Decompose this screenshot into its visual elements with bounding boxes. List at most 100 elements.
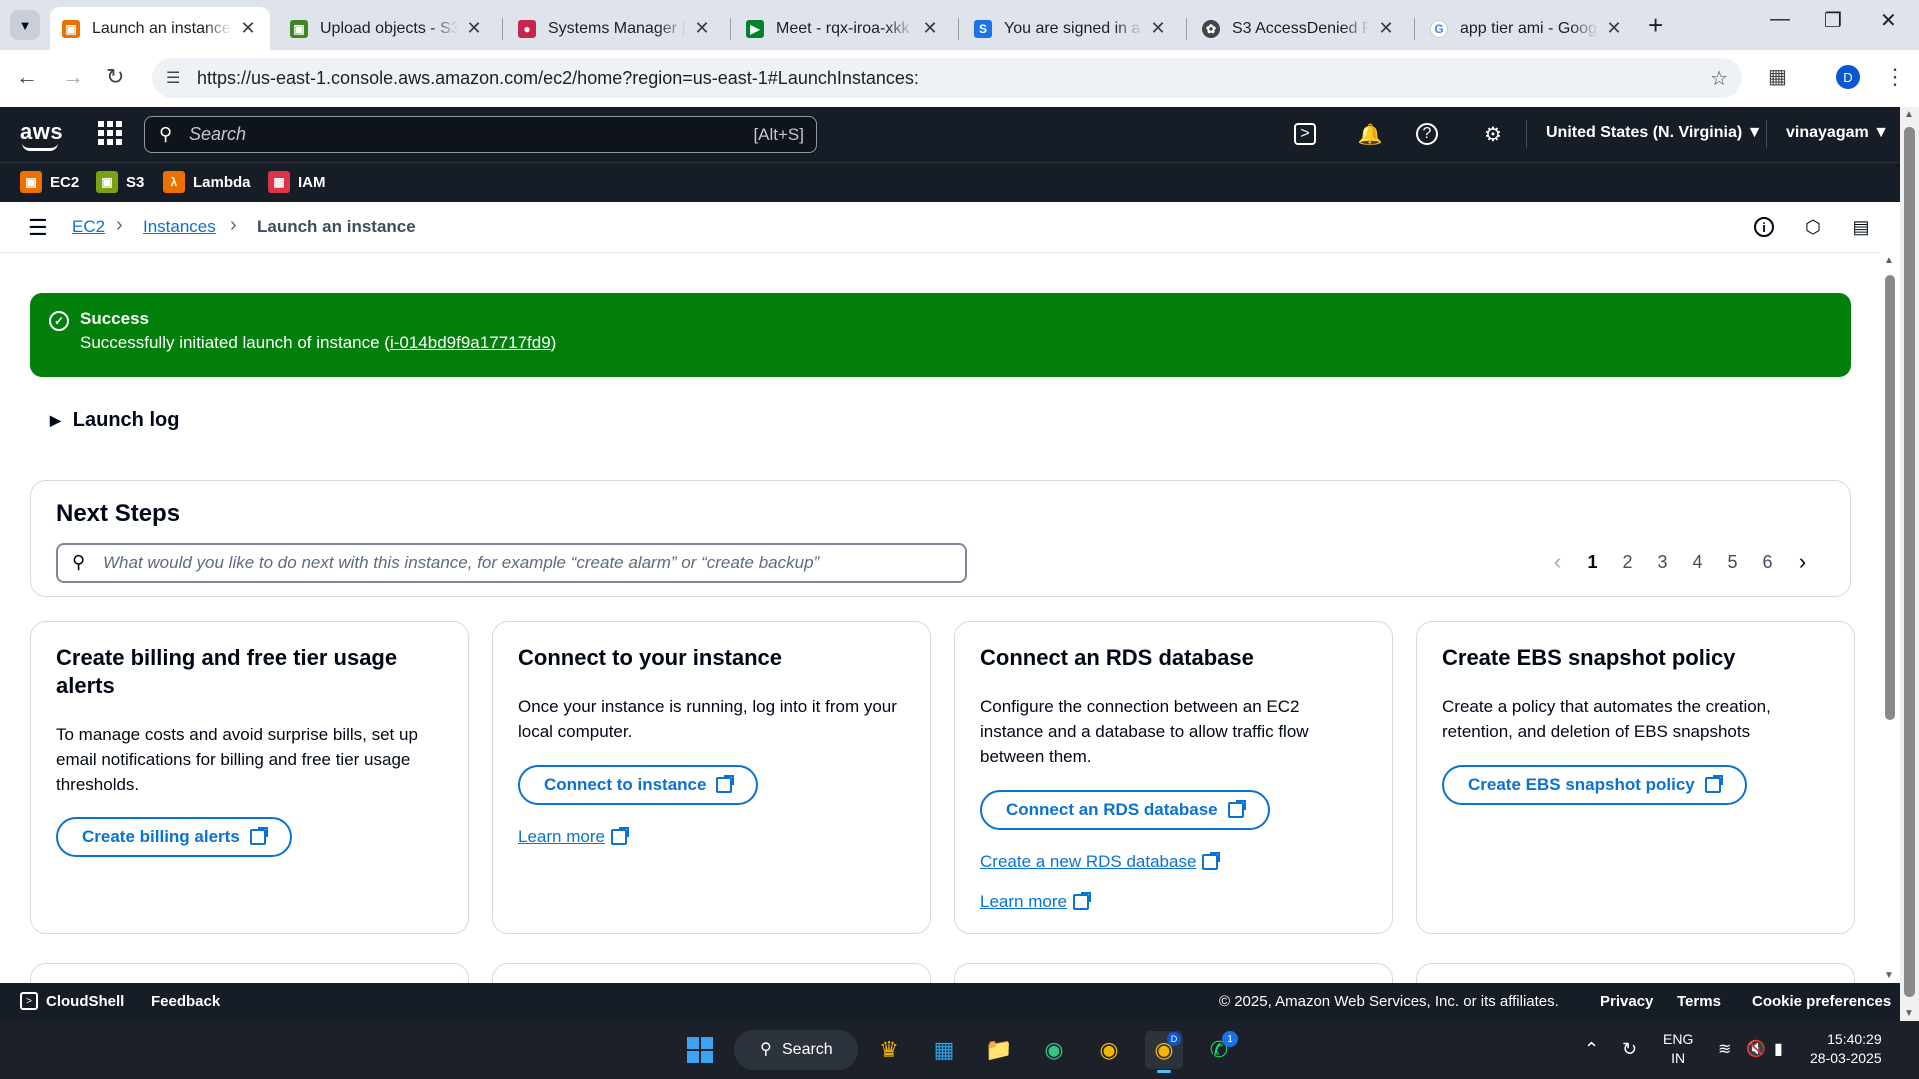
scrollbar-thumb[interactable] <box>1885 275 1895 720</box>
info-icon[interactable]: i <box>1754 217 1774 237</box>
account-menu[interactable]: vinayagam ▼ <box>1786 124 1889 142</box>
cloudshell-icon[interactable]: > <box>1294 123 1316 145</box>
scroll-down-icon[interactable]: ▼ <box>1904 1008 1914 1019</box>
minimize-icon[interactable]: — <box>1770 8 1790 31</box>
page-6[interactable]: 6 <box>1750 552 1785 573</box>
close-tab-icon[interactable]: ✕ <box>1148 18 1168 39</box>
extensions-icon[interactable]: ▦ <box>1768 64 1787 89</box>
favorite-lambda[interactable]: λ Lambda <box>163 171 251 193</box>
start-button[interactable] <box>681 1031 719 1069</box>
bookmark-star-icon[interactable]: ☆ <box>1710 66 1728 91</box>
hamburger-menu-icon[interactable]: ☰ <box>28 215 48 241</box>
new-tab-icon[interactable]: + <box>1648 10 1663 41</box>
instance-id-link[interactable]: i-014bd9f9a17717fd9 <box>390 333 551 352</box>
widgets-icon[interactable]: ♛ <box>870 1031 908 1069</box>
terms-link[interactable]: Terms <box>1677 993 1721 1010</box>
input-language[interactable]: ENG IN <box>1663 1030 1693 1068</box>
learn-more-link[interactable]: Learn more <box>518 827 629 847</box>
services-menu-icon[interactable] <box>98 121 122 145</box>
link-label: Create a new RDS database <box>980 852 1197 871</box>
breadcrumb-ec2[interactable]: EC2 <box>72 217 105 237</box>
reload-icon[interactable]: ↻ <box>106 64 124 90</box>
shield-settings-icon[interactable]: ⬡ <box>1800 214 1826 240</box>
learn-more-link[interactable]: Learn more <box>980 892 1091 912</box>
scrollbar-thumb[interactable] <box>1904 127 1915 997</box>
display-notifications-icon[interactable]: ▤ <box>1848 214 1874 240</box>
back-icon[interactable]: ← <box>16 64 38 90</box>
region-selector[interactable]: United States (N. Virginia) ▼ <box>1546 124 1762 142</box>
favorite-ec2[interactable]: ▣ EC2 <box>20 171 79 193</box>
prev-page-icon[interactable]: ‹ <box>1540 549 1575 575</box>
privacy-link[interactable]: Privacy <box>1600 993 1653 1010</box>
chrome-icon[interactable]: ◉ <box>1090 1031 1128 1069</box>
cookie-preferences-link[interactable]: Cookie preferences <box>1752 993 1891 1010</box>
edge-browser-icon[interactable]: ◉ <box>1035 1031 1073 1069</box>
page-1[interactable]: 1 <box>1575 552 1610 573</box>
chrome-menu-icon[interactable]: ⋮ <box>1884 64 1906 90</box>
aws-search-input[interactable]: ⚲ Search [Alt+S] <box>144 116 817 153</box>
site-info-icon[interactable]: ☰ <box>166 68 180 88</box>
browser-tab[interactable]: S You are signed in as ✕ <box>962 7 1180 50</box>
create-billing-alerts-button[interactable]: Create billing alerts <box>56 817 292 857</box>
content-scrollbar[interactable]: ▲ ▼ <box>1880 253 1900 983</box>
help-icon[interactable]: ? <box>1416 123 1438 145</box>
browser-tab-active[interactable]: ▣ Launch an instance | E ✕ <box>50 7 270 50</box>
next-page-icon[interactable]: › <box>1785 549 1820 575</box>
copyright-text: © 2025, Amazon Web Services, Inc. or its… <box>1219 993 1559 1010</box>
forward-icon[interactable]: → <box>62 64 84 90</box>
browser-tab[interactable]: ▶ Meet - rqx-iroa-xkk ✕ <box>734 7 952 50</box>
cloudshell-link[interactable]: CloudShell <box>46 993 124 1010</box>
feedback-link[interactable]: Feedback <box>151 993 220 1010</box>
file-explorer-icon[interactable]: 📁 <box>980 1031 1018 1069</box>
scroll-down-icon[interactable]: ▼ <box>1884 970 1894 981</box>
search-icon: ⚲ <box>760 1041 772 1058</box>
close-tab-icon[interactable]: ✕ <box>1376 18 1396 39</box>
card-description: Once your instance is running, log into … <box>518 697 897 741</box>
connect-to-instance-button[interactable]: Connect to instance <box>518 765 759 805</box>
sync-icon[interactable]: ↻ <box>1622 1039 1637 1060</box>
system-clock[interactable]: 15:40:29 28-03-2025 <box>1810 1030 1882 1068</box>
tab-search-button[interactable]: ▼ <box>10 10 40 40</box>
battery-icon[interactable]: ▮ <box>1774 1039 1783 1059</box>
browser-tab[interactable]: ● Systems Manager | us ✕ <box>506 7 724 50</box>
close-tab-icon[interactable]: ✕ <box>238 18 258 39</box>
page-3[interactable]: 3 <box>1645 552 1680 573</box>
close-tab-icon[interactable]: ✕ <box>920 18 940 39</box>
taskbar-search[interactable]: ⚲ Search <box>734 1030 858 1070</box>
close-tab-icon[interactable]: ✕ <box>1604 18 1624 39</box>
profile-avatar[interactable]: D <box>1836 65 1860 89</box>
settings-gear-icon[interactable]: ⚙ <box>1478 119 1508 149</box>
restore-icon[interactable]: ❐ <box>1824 8 1842 33</box>
address-bar[interactable]: ☰ https://us-east-1.console.aws.amazon.c… <box>152 58 1742 98</box>
speaker-muted-icon[interactable]: 🔇 <box>1746 1039 1766 1059</box>
close-window-icon[interactable]: ✕ <box>1880 8 1897 33</box>
microsoft-store-icon[interactable]: ▦ <box>925 1031 963 1069</box>
show-hidden-icons-icon[interactable]: ⌃ <box>1584 1039 1599 1060</box>
close-tab-icon[interactable]: ✕ <box>692 18 712 39</box>
notifications-bell-icon[interactable]: 🔔 <box>1355 119 1385 149</box>
card-partial <box>30 963 469 983</box>
chrome-profile-icon[interactable]: ◉ D <box>1145 1031 1183 1073</box>
page-2[interactable]: 2 <box>1610 552 1645 573</box>
next-steps-search-input[interactable]: ⚲ What would you like to do next with th… <box>56 543 967 583</box>
create-rds-database-link[interactable]: Create a new RDS database <box>980 852 1221 872</box>
favorite-s3[interactable]: ▣ S3 <box>96 171 144 193</box>
page-5[interactable]: 5 <box>1715 552 1750 573</box>
page-4[interactable]: 4 <box>1680 552 1715 573</box>
favorite-iam[interactable]: ▦ IAM <box>268 171 326 193</box>
wifi-icon[interactable]: ≋ <box>1718 1039 1731 1059</box>
close-tab-icon[interactable]: ✕ <box>464 18 484 39</box>
connect-rds-database-button[interactable]: Connect an RDS database <box>980 790 1270 830</box>
breadcrumb-instances[interactable]: Instances <box>143 217 216 237</box>
page-scrollbar[interactable]: ▲ ▼ <box>1900 107 1919 1021</box>
browser-tab[interactable]: G app tier ami - Google ✕ <box>1418 7 1636 50</box>
browser-tab[interactable]: ✿ S3 AccessDenied Res ✕ <box>1190 7 1408 50</box>
launch-log-expander[interactable]: ▶ Launch log <box>50 409 179 432</box>
scroll-up-icon[interactable]: ▲ <box>1904 109 1914 120</box>
whatsapp-icon[interactable]: ✆ 1 <box>1200 1031 1238 1069</box>
create-ebs-snapshot-policy-button[interactable]: Create EBS snapshot policy <box>1442 765 1747 805</box>
browser-tab[interactable]: ▣ Upload objects - S3 b ✕ <box>278 7 496 50</box>
scroll-up-icon[interactable]: ▲ <box>1884 255 1894 266</box>
tab-title: Launch an instance | E <box>92 19 232 37</box>
aws-logo[interactable]: aws <box>20 119 63 145</box>
